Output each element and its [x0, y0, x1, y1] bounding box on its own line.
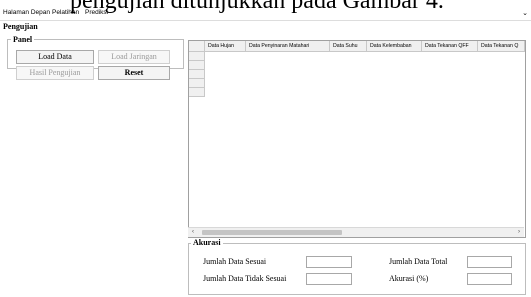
grid-header: Data Hujan Data Penyinaran Matahari Data… — [189, 41, 525, 52]
section-title: Pengujian — [3, 22, 38, 31]
scroll-right-icon[interactable]: › — [514, 228, 524, 237]
menu-bar: Halaman Depan Pelatihan Prediksi ⌄ — [0, 8, 531, 20]
chevron-down-icon[interactable]: ⌄ — [522, 9, 528, 17]
row-header[interactable] — [189, 61, 205, 70]
hasil-pengujian-button[interactable]: Hasil Pengujian — [16, 66, 94, 80]
accuracy-title: Akurasi — [191, 238, 223, 247]
column-header[interactable]: Data Tekanan Q — [478, 41, 525, 51]
menu-item-prediksi[interactable]: Prediksi — [85, 9, 108, 16]
grid-corner — [189, 41, 205, 51]
column-header[interactable]: Data Kelembaban — [367, 41, 422, 51]
reset-button[interactable]: Reset — [98, 66, 170, 80]
column-header[interactable]: Data Penyinaran Matahari — [246, 41, 330, 51]
panel-title: Panel — [11, 35, 35, 44]
row-header[interactable] — [189, 70, 205, 79]
data-grid[interactable]: Data Hujan Data Penyinaran Matahari Data… — [188, 40, 526, 238]
row-header[interactable] — [189, 79, 205, 88]
horizontal-scrollbar[interactable]: ‹ › — [188, 227, 524, 237]
accuracy-group — [188, 243, 526, 295]
menu-item-halaman-depan[interactable]: Halaman Depan — [3, 9, 50, 16]
row-header[interactable] — [189, 88, 205, 97]
load-jaringan-button[interactable]: Load Jaringan — [98, 50, 170, 64]
menu-item-pelatihan[interactable]: Pelatihan — [52, 9, 79, 16]
menu-divider — [0, 20, 531, 21]
row-header[interactable] — [189, 52, 205, 61]
akurasi-label: Akurasi (%) — [389, 274, 429, 283]
jumlah-tidak-sesuai-field[interactable] — [306, 273, 352, 285]
jumlah-sesuai-label: Jumlah Data Sesuai — [203, 257, 267, 266]
column-header[interactable]: Data Suhu — [330, 41, 367, 51]
scroll-thumb[interactable] — [202, 230, 342, 235]
jumlah-total-field[interactable] — [467, 256, 512, 268]
scroll-left-icon[interactable]: ‹ — [188, 228, 198, 237]
jumlah-sesuai-field[interactable] — [306, 256, 352, 268]
load-data-button[interactable]: Load Data — [16, 50, 94, 64]
column-header[interactable]: Data Hujan — [205, 41, 246, 51]
jumlah-total-label: Jumlah Data Total — [389, 257, 448, 266]
column-header[interactable]: Data Tekanan QFF — [422, 41, 478, 51]
akurasi-field[interactable] — [467, 273, 512, 285]
jumlah-tidak-sesuai-label: Jumlah Data Tidak Sesuai — [203, 274, 287, 283]
